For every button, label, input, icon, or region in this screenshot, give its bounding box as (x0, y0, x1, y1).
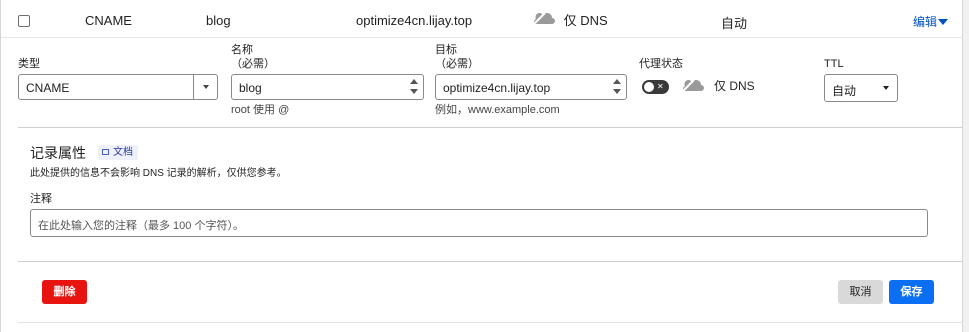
comment-input[interactable]: 在此处输入您的注释（最多 100 个字符）。 (30, 209, 928, 237)
record-attributes-title: 记录属性 (30, 145, 86, 161)
dns-record-editor: CNAME blog optimize4cn.lijay.top 仅 DNS 自… (0, 0, 966, 332)
close-icon: ✕ (657, 82, 664, 91)
proxy-status-value: 仅 DNS (714, 79, 755, 93)
record-type: CNAME (85, 13, 132, 28)
book-icon (102, 149, 109, 155)
chevron-down-icon (193, 75, 217, 99)
target-input-value: optimize4cn.lijay.top (443, 81, 551, 95)
name-input-value: blog (239, 81, 262, 95)
dns-only-cloud-icon (679, 77, 705, 96)
record-attributes-description: 此处提供的信息不会影响 DNS 记录的解析，仅供您参考。 (30, 168, 287, 179)
record-proxy-label: 仅 DNS (563, 13, 608, 28)
name-required-label: （必需） (231, 58, 275, 70)
ttl-label: TTL (824, 58, 844, 70)
dns-only-cloud-icon (531, 10, 555, 29)
comment-label: 注释 (30, 193, 52, 205)
target-input[interactable]: optimize4cn.lijay.top (435, 74, 627, 100)
target-required-label: （必需） (435, 58, 479, 70)
proxy-toggle[interactable]: ✕ (642, 80, 669, 94)
ttl-select-value: 自动 (832, 84, 857, 98)
name-hint: root 使用 @ (231, 104, 290, 116)
proxy-status-label: 代理状态 (639, 58, 683, 70)
delete-button[interactable]: 删除 (42, 280, 87, 304)
name-label: 名称 (231, 44, 253, 56)
edit-toggle-link[interactable]: 编辑 (913, 13, 949, 30)
toggle-knob (644, 82, 654, 92)
record-proxy-status: 仅 DNS (531, 10, 608, 29)
cancel-button[interactable]: 取消 (838, 280, 883, 304)
actions-divider (18, 261, 966, 262)
ttl-select[interactable]: 自动 (824, 74, 898, 102)
documentation-label: 文档 (113, 147, 133, 158)
record-select-checkbox[interactable] (18, 15, 30, 27)
target-label: 目标 (435, 44, 457, 56)
type-select-value: CNAME (26, 81, 70, 95)
edit-label: 编辑 (913, 15, 938, 29)
bottom-divider (18, 322, 966, 323)
chevron-down-icon (938, 19, 949, 25)
record-summary-row: CNAME blog optimize4cn.lijay.top 仅 DNS 自… (1, 0, 964, 38)
stepper-icon (613, 78, 621, 96)
name-input[interactable]: blog (231, 74, 424, 100)
documentation-link[interactable]: 文档 (98, 145, 138, 160)
comment-placeholder: 在此处输入您的注释（最多 100 个字符）。 (38, 220, 244, 232)
type-select[interactable]: CNAME (18, 74, 218, 100)
target-hint: 例如，www.example.com (435, 104, 560, 116)
page-scrollbar[interactable] (963, 0, 969, 332)
type-label: 类型 (18, 58, 40, 70)
record-ttl: 自动 (721, 16, 748, 31)
record-name: blog (206, 13, 231, 28)
save-button[interactable]: 保存 (889, 280, 934, 304)
record-content: optimize4cn.lijay.top (356, 13, 473, 28)
stepper-icon (410, 78, 418, 96)
chevron-down-icon (883, 86, 889, 90)
section-divider (18, 127, 966, 128)
